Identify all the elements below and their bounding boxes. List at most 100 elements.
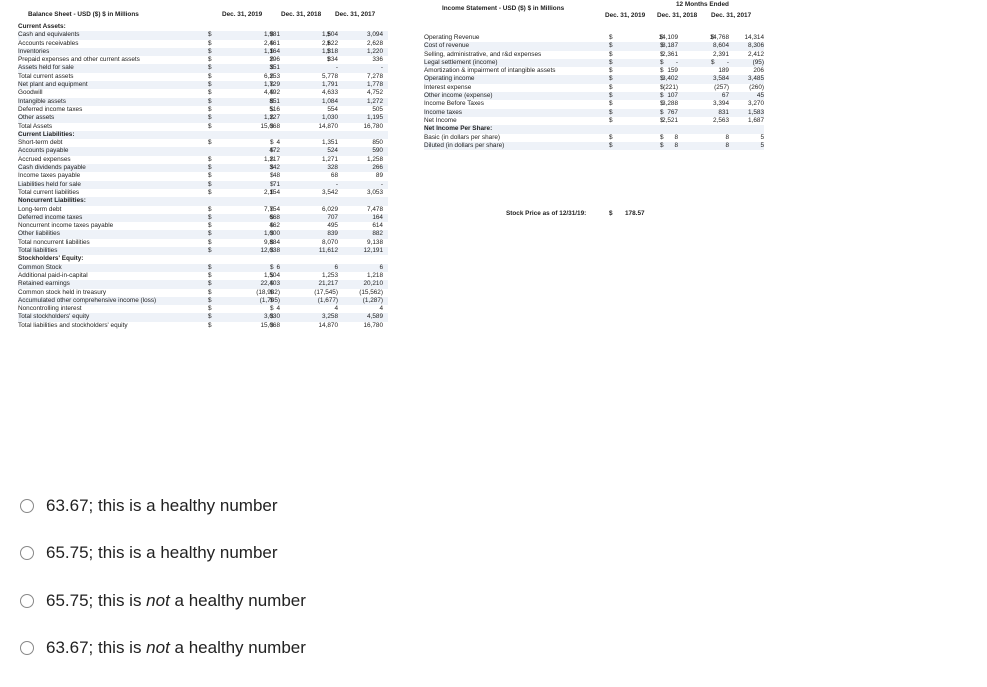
currency-symbol: $ — [660, 141, 664, 149]
value-cell: 4 — [276, 139, 280, 147]
currency-symbol: $ — [270, 230, 274, 238]
value-cell: 6 — [379, 263, 383, 271]
income-statement-title: Income Statement - USD ($) $ in Millions — [442, 5, 565, 12]
currency-symbol: $ — [208, 122, 212, 130]
currency-symbol: $ — [208, 230, 212, 238]
currency-symbol: $ — [609, 133, 613, 141]
radio-button[interactable] — [20, 594, 34, 608]
currency-symbol: $ — [270, 271, 274, 279]
value-cell: 1,258 — [367, 155, 383, 163]
currency-symbol: $ — [208, 172, 212, 180]
row-label: Assets held for sale — [18, 64, 74, 72]
balance-sheet-table: Current Assets: Cash and equivalents $1,98… — [18, 23, 388, 330]
row-label: Accounts receivables — [18, 39, 79, 47]
value-cell: 2,412 — [748, 50, 764, 58]
is-col-2018: Dec. 31, 2018 — [657, 12, 698, 19]
currency-symbol: $ — [208, 271, 212, 279]
table-row: Cash dividends payable $342 $328 266 — [18, 164, 388, 173]
currency-symbol: $ — [208, 81, 212, 89]
table-row: Assets held for sale $351 $ - - — [18, 64, 388, 73]
row-label: Income taxes — [424, 108, 463, 116]
stock-price-label: Stock Price as of 12/31/19: — [506, 210, 587, 217]
value-cell: 3,402 — [662, 75, 678, 83]
currency-symbol: $ — [660, 116, 664, 124]
currency-symbol: $ — [208, 164, 212, 172]
currency-symbol: $ — [270, 39, 274, 47]
answer-option-4[interactable]: 63.67; this is not a healthy number — [20, 638, 306, 658]
value-cell: - — [335, 64, 338, 72]
currency-symbol: $ — [660, 133, 664, 141]
value-cell: 1,253 — [322, 271, 338, 279]
table-row: Income taxes $767 $831 1,583 — [424, 108, 764, 117]
currency-symbol: $ — [208, 72, 212, 80]
value-cell: 11,612 — [318, 247, 338, 255]
value-cell: 266 — [372, 164, 383, 172]
value-cell: 3,485 — [748, 75, 764, 83]
currency-symbol: $ — [208, 31, 212, 39]
table-row: Noncurrent income taxes payable $462 $495 6… — [18, 222, 388, 230]
table-row: Total noncurrent liabilities $9,884 $8,070… — [18, 239, 388, 247]
value-cell: 1,218 — [367, 271, 383, 279]
radio-button[interactable] — [20, 641, 34, 655]
row-label: Other assets — [18, 114, 55, 122]
value-cell: 8 — [674, 141, 678, 149]
value-cell: (17,545) — [314, 288, 338, 296]
table-row: Accumulated other comprehensive income (… — [18, 296, 388, 306]
radio-button[interactable] — [20, 499, 34, 513]
row-label: Net plant and equipment — [18, 81, 88, 89]
currency-symbol: $ — [270, 213, 274, 221]
table-row: Total current liabilities $2,154 $3,542 3,0… — [18, 189, 388, 197]
radio-button[interactable] — [20, 546, 34, 560]
value-cell: (95) — [752, 58, 764, 66]
row-label: Intangible assets — [18, 97, 66, 105]
currency-symbol: $ — [208, 247, 212, 255]
table-row: Other income (expense) $107 $67 45 — [424, 92, 764, 101]
value-cell: - — [726, 58, 729, 66]
currency-symbol: $ — [660, 83, 664, 91]
currency-symbol: $ — [660, 100, 664, 108]
row-label: Total stockholders' equity — [18, 313, 90, 321]
value-cell: 831 — [718, 108, 729, 116]
answer-option-3[interactable]: 65.75; this is not a healthy number — [20, 591, 306, 611]
currency-symbol: $ — [270, 147, 274, 155]
value-cell: 4,589 — [367, 313, 383, 321]
row-label: Liabilities held for sale — [18, 180, 81, 188]
currency-symbol: $ — [327, 56, 331, 64]
currency-symbol: $ — [208, 213, 212, 221]
currency-symbol: $ — [208, 64, 212, 72]
value-cell: 4,752 — [367, 89, 383, 97]
currency-symbol: $ — [270, 305, 274, 313]
value-cell: 8 — [674, 133, 678, 141]
row-label: Common stock held in treasury — [18, 288, 107, 296]
value-cell: 524 — [327, 147, 338, 155]
value-cell: - — [380, 64, 383, 72]
value-cell: 8,187 — [662, 42, 678, 50]
value-cell: 1,778 — [367, 81, 383, 89]
value-cell: 1,351 — [322, 139, 338, 147]
value-cell: 1,195 — [367, 114, 383, 122]
table-row: Amortization & impairment of intangible … — [424, 67, 764, 75]
table-row: Income Before Taxes $3,288 $3,394 3,270 — [424, 100, 764, 108]
value-cell: 20,210 — [363, 280, 383, 288]
table-row: Net Income $2,521 $2,563 1,687 — [424, 117, 764, 125]
value-cell: 2,521 — [662, 116, 678, 124]
row-label: Accounts payable — [18, 147, 69, 155]
value-cell: 14,870 — [318, 122, 338, 130]
answer-option-2[interactable]: 65.75; this is a healthy number — [20, 543, 278, 563]
answer-option-1[interactable]: 63.67; this is a healthy number — [20, 496, 278, 516]
value-cell: 159 — [667, 67, 678, 75]
currency-symbol: $ — [660, 58, 664, 66]
value-cell: 2,391 — [713, 50, 729, 58]
value-cell: 1,030 — [322, 114, 338, 122]
value-cell: 1,583 — [748, 108, 764, 116]
value-cell: (257) — [714, 83, 729, 91]
value-cell: 850 — [372, 139, 383, 147]
row-label: Income taxes payable — [18, 172, 81, 180]
currency-symbol: $ — [327, 39, 331, 47]
row-label: Noncontrolling interest — [18, 305, 82, 313]
row-label: Operating Revenue — [424, 34, 480, 41]
bs-col-2018: Dec. 31, 2018 — [281, 11, 322, 18]
row-label: Diluted (in dollars per share) — [424, 141, 505, 149]
currency-symbol: $ — [660, 50, 664, 58]
value-cell: 707 — [327, 213, 338, 221]
